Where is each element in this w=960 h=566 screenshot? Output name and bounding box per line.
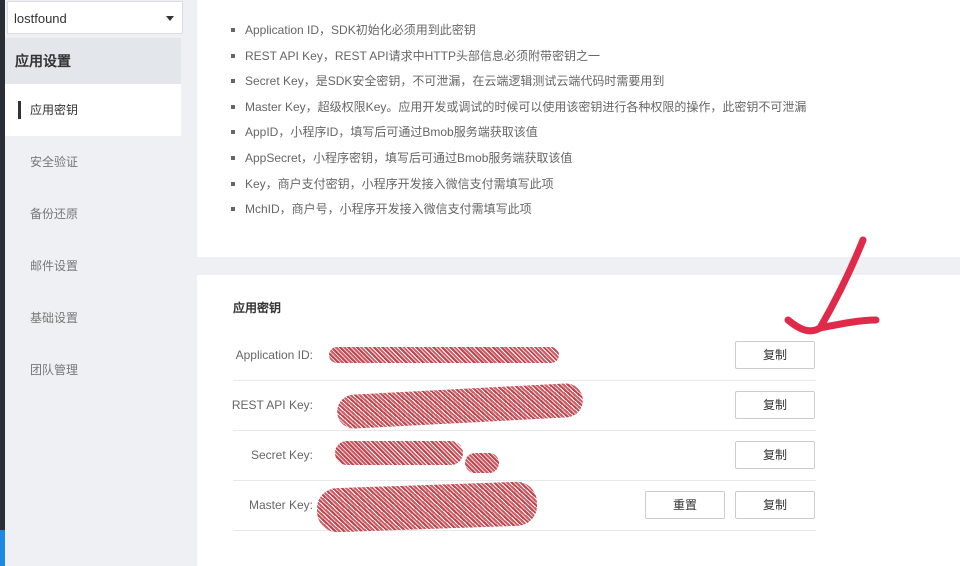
app-keys-title: 应用密钥: [233, 301, 282, 315]
main-content: Application ID，SDK初始化必须用到此密钥 REST API Ke…: [197, 0, 960, 566]
sidebar-item-label: 团队管理: [30, 363, 79, 377]
key-row-application-id: Application ID: 复制: [233, 331, 816, 381]
reset-button[interactable]: 重置: [645, 491, 725, 519]
sidebar-item-basic[interactable]: 基础设置: [5, 292, 181, 344]
sidebar: lostfound 应用设置 应用密钥 安全验证 备份还原 邮件设置 基础设置 …: [5, 0, 183, 566]
list-item: AppID，小程序ID，填写后可通过Bmob服务端获取该值: [231, 122, 806, 148]
chevron-down-icon: [166, 16, 174, 21]
copy-button[interactable]: 复制: [735, 441, 815, 469]
redacted-value: [316, 481, 538, 533]
sidebar-item-email[interactable]: 邮件设置: [5, 240, 181, 292]
list-item: REST API Key，REST API请求中HTTP头部信息必须附带密钥之一: [231, 46, 806, 72]
sidebar-item-label: 基础设置: [30, 311, 79, 325]
sidebar-item-label: 备份还原: [30, 207, 79, 221]
active-bar: [18, 101, 21, 119]
key-label: Master Key:: [248, 498, 313, 512]
key-notes-panel: Application ID，SDK初始化必须用到此密钥 REST API Ke…: [197, 0, 960, 257]
key-row-rest-api-key: REST API Key: 复制: [231, 381, 816, 431]
sidebar-item-backup[interactable]: 备份还原: [5, 188, 181, 240]
key-label: Application ID:: [235, 348, 313, 362]
redacted-value: [465, 453, 499, 473]
sidebar-item-label: 应用密钥: [30, 103, 79, 117]
copy-button[interactable]: 复制: [735, 341, 815, 369]
sidebar-item-label: 邮件设置: [30, 259, 79, 273]
redacted-value: [335, 441, 463, 465]
app-keys-panel: 应用密钥 Application ID: 复制 REST API Key: 复制…: [197, 275, 960, 566]
redacted-value: [336, 382, 584, 430]
key-row-secret-key: Secret Key: 复制: [233, 431, 816, 481]
list-item: Master Key，超级权限Key。应用开发或调试的时候可以使用该密钥进行各种…: [231, 97, 806, 123]
sidebar-item-label: 安全验证: [30, 155, 79, 169]
list-item: Secret Key，是SDK安全密钥，不可泄漏，在云端逻辑测试云端代码时需要用…: [231, 71, 806, 97]
list-item: MchID，商户号，小程序开发接入微信支付需填写此项: [231, 199, 806, 225]
key-label: REST API Key:: [231, 398, 313, 412]
redacted-value: [329, 347, 559, 363]
sidebar-item-security[interactable]: 安全验证: [5, 136, 181, 188]
copy-button[interactable]: 复制: [735, 391, 815, 419]
app-selector-value: lostfound: [14, 11, 67, 26]
sidebar-item-team[interactable]: 团队管理: [5, 344, 181, 396]
key-notes-list: Application ID，SDK初始化必须用到此密钥 REST API Ke…: [231, 20, 806, 225]
list-item: AppSecret，小程序密钥，填写后可通过Bmob服务端获取该值: [231, 148, 806, 174]
sidebar-item-app-keys[interactable]: 应用密钥: [5, 84, 181, 136]
app-selector[interactable]: lostfound: [7, 1, 183, 34]
key-label: Secret Key:: [250, 448, 313, 462]
key-row-master-key: Master Key: 重置 复制: [233, 481, 816, 533]
list-item: Key，商户支付密钥，小程序开发接入微信支付需填写此项: [231, 174, 806, 200]
copy-button[interactable]: 复制: [735, 491, 815, 519]
section-title: 应用设置: [5, 38, 181, 84]
list-item: Application ID，SDK初始化必须用到此密钥: [231, 20, 806, 46]
